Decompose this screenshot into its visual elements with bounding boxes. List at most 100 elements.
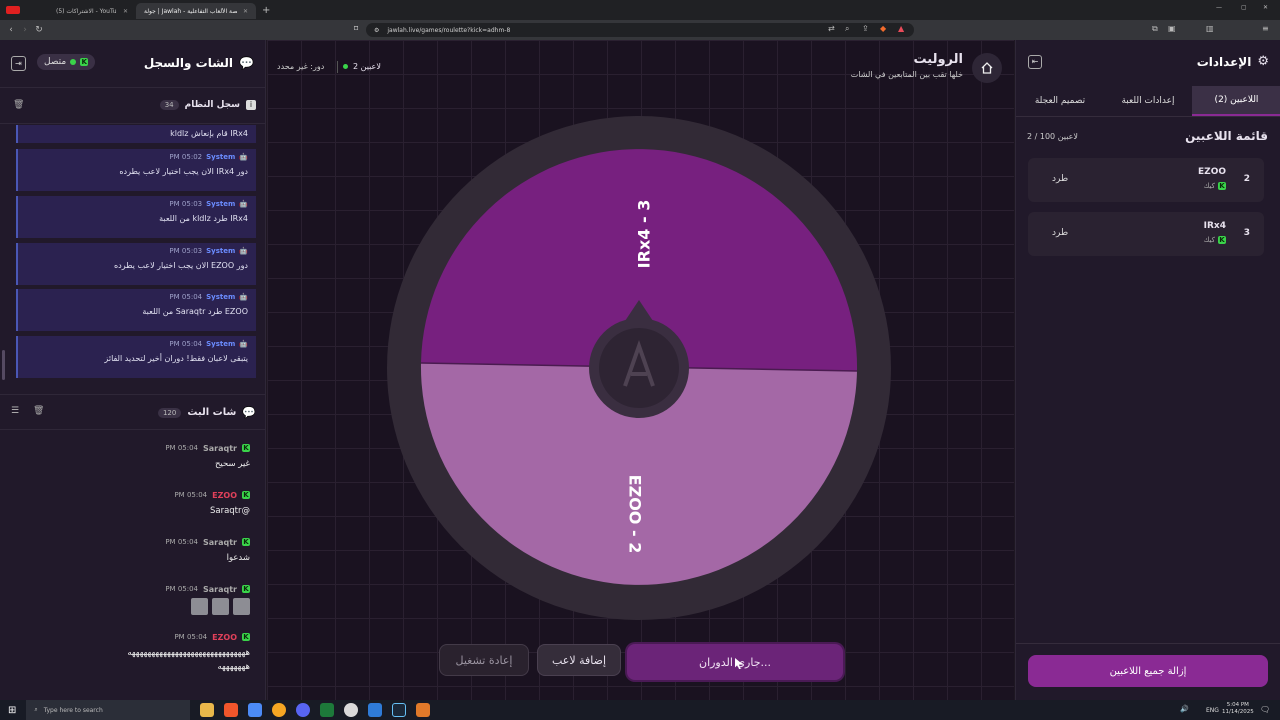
notifications-icon[interactable]: 🗨: [1260, 705, 1270, 714]
message-time: 05:04 PM: [165, 585, 198, 593]
chat-message: K Saraqtr 05:04 PM: [20, 585, 250, 615]
forward-icon[interactable]: ›: [18, 25, 32, 35]
system-sender: System: [206, 340, 236, 348]
sidebar-toggle-icon[interactable]: ▥: [1206, 24, 1214, 33]
file-explorer-icon[interactable]: [200, 703, 215, 717]
brave-shield-icon[interactable]: ◆: [880, 24, 886, 33]
emote-row: [20, 598, 250, 615]
chat-message-text: ههههههههههههههههههههههههههههههه: [127, 648, 250, 658]
browser-tabbar: (5) الاشتراكات - YouTube ✕ جولة | Jawlah …: [0, 0, 1280, 20]
search-icon: ⌕: [34, 706, 38, 713]
tab-players[interactable]: اللاعبين (2): [1192, 86, 1280, 116]
tab-title: (5) الاشتراكات - YouTube: [56, 7, 117, 15]
kick-icon: K: [242, 444, 250, 452]
zoom-icon[interactable]: ⌕: [845, 24, 849, 34]
minimize-icon[interactable]: —: [1216, 4, 1222, 11]
kick-icon: K: [1218, 182, 1226, 190]
kick-icon: K: [242, 538, 250, 546]
back-icon[interactable]: ‹: [4, 25, 18, 35]
tab-label: إعدادات اللعبة: [1121, 96, 1175, 106]
browser-addressbar: ‹ › ↻ ⌑ ⚙ jawlah.live/games/roulette?kic…: [0, 20, 1280, 40]
align-icon[interactable]: ☰: [11, 406, 19, 416]
info-icon: i: [246, 100, 256, 110]
url-text: jawlah.live/games/roulette?kick=adhm-8: [387, 26, 511, 34]
kick-player-button[interactable]: طرد: [1052, 174, 1068, 184]
wallet-icon[interactable]: ▣: [1168, 24, 1176, 33]
xbox-icon[interactable]: [320, 703, 335, 717]
tab-game-settings[interactable]: إعدادات اللعبة: [1104, 86, 1192, 116]
system-message-text: دور EZOO الان يجب اختيار لاعب يطرده: [113, 261, 248, 270]
browser-tab-youtube[interactable]: (5) الاشتراكات - YouTube ✕: [48, 3, 136, 19]
message-time: 05:04 PM: [165, 538, 198, 546]
maximize-icon[interactable]: ▢: [1241, 4, 1247, 11]
reload-icon[interactable]: ↻: [32, 25, 46, 35]
segment-label-irx4: IRx4 - 3: [635, 200, 654, 269]
system-sender: System: [206, 200, 236, 208]
close-tab-icon[interactable]: ✕: [123, 8, 128, 15]
share-icon[interactable]: ⇪: [862, 24, 869, 33]
language-indicator[interactable]: ENG: [1206, 707, 1219, 714]
extensions-icon[interactable]: ⧉: [1152, 24, 1158, 34]
collapse-panel-icon[interactable]: ⇥: [11, 56, 26, 71]
chat-message: K EZOO 05:04 PM @Saraqtr: [20, 491, 250, 516]
add-player-label: إضافة لاعب: [551, 653, 607, 667]
message-time: 05:04 PM: [174, 491, 208, 499]
trash-icon[interactable]: 🗑: [33, 406, 44, 416]
browser-menu-icon[interactable]: [6, 6, 20, 14]
system-message: 🤖 System 05:03 PM دور EZOO الان يجب اختيار…: [16, 243, 256, 285]
trash-icon[interactable]: 🗑: [13, 100, 24, 110]
chat-message: K Saraqtr 05:04 PM غير سحيح: [20, 444, 250, 469]
steam-icon[interactable]: [392, 703, 407, 717]
chat-panel-title: الشات والسجل: [143, 56, 234, 70]
segment-label-ezoo: EZOO - 2: [626, 475, 645, 554]
app: ⇥ متصل K الشات والسجل 💬 🗑 34 سجل النظام …: [0, 40, 1280, 700]
restart-button[interactable]: إعادة تشغيل: [439, 644, 529, 676]
settings-title-wrap: الإعدادات ⚙: [1197, 54, 1269, 69]
brave-icon[interactable]: [224, 703, 239, 717]
player-platform: K كيك: [1204, 182, 1226, 190]
mail-icon[interactable]: [368, 703, 383, 717]
browser-tab-jawlah[interactable]: جولة | Jawlah - منصة الألعاب التفاعلية ✕: [136, 3, 256, 19]
store-icon[interactable]: [248, 703, 263, 717]
tab-wheel-design[interactable]: تصميم العجلة: [1016, 86, 1104, 116]
system-log-list[interactable]: IRx4 قام بإنعاش kldlz 🤖 System 05:02 PM دو…: [0, 125, 266, 380]
message-time: 05:02 PM: [169, 153, 203, 161]
game-home-button[interactable]: [972, 53, 1002, 83]
new-tab-icon[interactable]: +: [262, 5, 270, 16]
chat-message: K EZOO 05:04 PM هههههههههههههههههههههههههه…: [20, 633, 250, 672]
kick-player-button[interactable]: طرد: [1052, 228, 1068, 238]
taskbar-search[interactable]: ⌕ Type here to search: [26, 700, 191, 720]
discord-icon[interactable]: [296, 703, 311, 717]
clock[interactable]: 5:04 PM 11/14/2025: [1222, 702, 1254, 716]
volume-icon[interactable]: 🔊: [1180, 705, 1189, 713]
kick-icon: K: [242, 491, 250, 499]
site-info-icon[interactable]: ⚙: [374, 27, 379, 34]
roulette-wheel: IRx4 - 3 EZOO - 2: [387, 116, 891, 620]
remove-all-players-button[interactable]: إزالة جميع اللاعبين: [1028, 655, 1268, 687]
close-window-icon[interactable]: ✕: [1263, 4, 1268, 11]
close-tab-icon[interactable]: ✕: [243, 8, 248, 15]
system-message: IRx4 قام بإنعاش kldlz: [16, 125, 256, 143]
chat-username: Saraqtr: [203, 444, 237, 453]
jawlah-icon[interactable]: [416, 703, 431, 717]
menu-icon[interactable]: ≡: [1262, 24, 1269, 33]
robot-icon: 🤖: [239, 293, 248, 301]
restart-label: إعادة تشغيل: [455, 653, 513, 667]
chat-message-text: هههههههه: [217, 662, 250, 672]
rewards-icon[interactable]: ▲: [898, 24, 904, 33]
stream-chat-list[interactable]: K Saraqtr 05:04 PM غير سحيح K EZOO 05:04 PM …: [0, 432, 266, 700]
log-scrollbar[interactable]: [2, 350, 5, 380]
bookmark-icon[interactable]: ⌑: [354, 24, 358, 33]
stream-chat-title-wrap: 120 شات البث 💬: [157, 406, 256, 419]
divider: [337, 61, 338, 73]
message-time: 05:03 PM: [169, 200, 203, 208]
chrome-icon[interactable]: [344, 703, 359, 717]
collapse-settings-icon[interactable]: ⇤: [1028, 55, 1042, 69]
windows-start-icon[interactable]: ⊞: [8, 705, 16, 716]
add-player-button[interactable]: إضافة لاعب: [537, 644, 621, 676]
status-label: متصل: [44, 57, 67, 67]
translate-icon[interactable]: ⇄: [828, 24, 835, 33]
players-badge: 2 لاعبين: [353, 62, 381, 71]
app-icon[interactable]: [272, 703, 287, 717]
chat-panel: ⇥ متصل K الشات والسجل 💬 🗑 34 سجل النظام …: [0, 40, 266, 700]
